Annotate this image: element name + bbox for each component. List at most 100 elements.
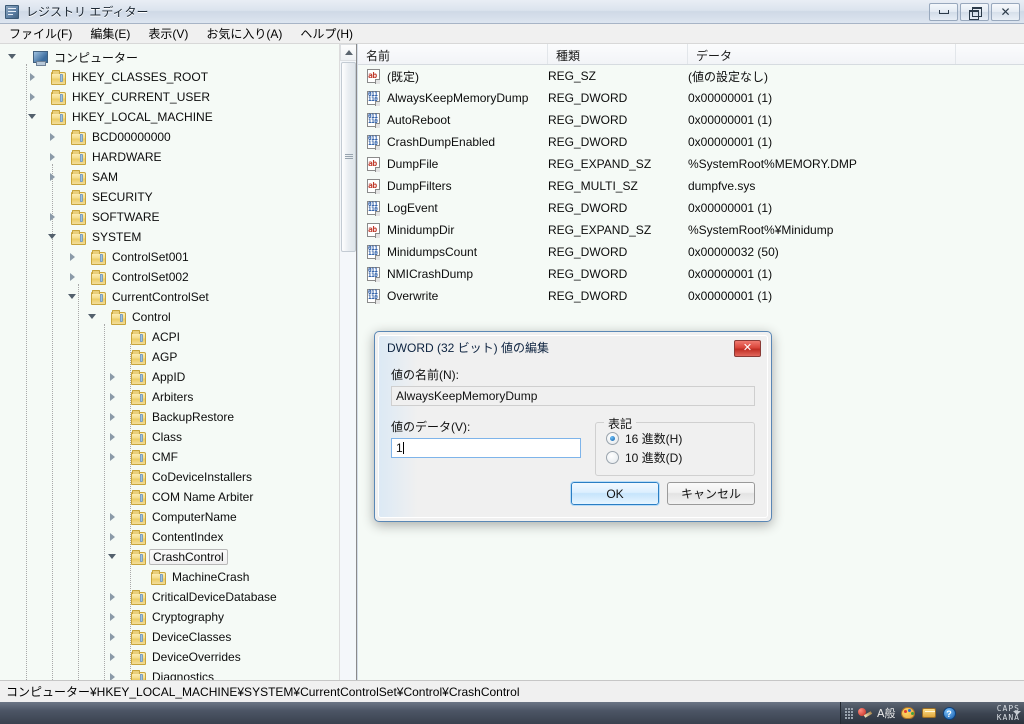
menu-view[interactable]: 表示(V) [139, 23, 197, 44]
close-button[interactable]: ✕ [991, 2, 1020, 21]
tree-item-crashcontrol[interactable]: CrashControl [0, 547, 340, 567]
menu-file[interactable]: ファイル(F) [0, 23, 81, 44]
chevron-right-icon[interactable] [106, 407, 120, 427]
table-row[interactable]: 011 110 LogEvent REG_DWORD 0x00000001 (1) [358, 197, 1024, 219]
tree-item-machinecrash[interactable]: MachineCrash [0, 567, 340, 587]
tree-item-security[interactable]: SECURITY [0, 187, 340, 207]
dword-value-icon: 011 110 [366, 112, 382, 128]
tree-item-software[interactable]: SOFTWARE [0, 207, 340, 227]
tree-item-hkey-local-machine[interactable]: HKEY_LOCAL_MACHINE [0, 107, 340, 127]
table-row[interactable]: 011 110 CrashDumpEnabled REG_DWORD 0x0000000… [358, 131, 1024, 153]
tree-item-com-name-arbiter[interactable]: COM Name Arbiter [0, 487, 340, 507]
chevron-down-icon[interactable] [46, 227, 60, 247]
table-row[interactable]: 011 110 NMICrashDump REG_DWORD 0x00000001 (1… [358, 263, 1024, 285]
tree-item-hkey-classes-root[interactable]: HKEY_CLASSES_ROOT [0, 67, 340, 87]
chevron-right-icon[interactable] [106, 367, 120, 387]
tree-vertical-scrollbar[interactable] [339, 44, 356, 701]
chevron-right-icon[interactable] [106, 647, 120, 667]
chevron-right-icon[interactable] [26, 87, 40, 107]
tree-item-controlset001[interactable]: ControlSet001 [0, 247, 340, 267]
chevron-right-icon[interactable] [66, 247, 80, 267]
chevron-right-icon[interactable] [106, 607, 120, 627]
tree-item-cryptography[interactable]: Cryptography [0, 607, 340, 627]
tree-item-currentcontrolset[interactable]: CurrentControlSet [0, 287, 340, 307]
chevron-down-icon[interactable] [66, 287, 80, 307]
ime-drag-handle[interactable] [845, 706, 853, 720]
tree-connector [140, 577, 150, 578]
tree-item-contentindex[interactable]: ContentIndex [0, 527, 340, 547]
tree-item-label: AppID [152, 370, 186, 384]
table-row[interactable]: 011 110 Overwrite REG_DWORD 0x00000001 (1) [358, 285, 1024, 307]
chevron-right-icon[interactable] [106, 427, 120, 447]
column-header-type[interactable]: 種類 [548, 44, 688, 64]
menu-favorites[interactable]: お気に入り(A) [197, 23, 291, 44]
chevron-down-icon[interactable] [6, 47, 20, 67]
ime-palette-icon[interactable] [899, 704, 917, 722]
chevron-right-icon[interactable] [106, 587, 120, 607]
table-row[interactable]: ab MinidumpDir REG_EXPAND_SZ %SystemRoot%¥M… [358, 219, 1024, 241]
table-row[interactable]: 011 110 MinidumpsCount REG_DWORD 0x00000032 … [358, 241, 1024, 263]
ime-dropdown-icon[interactable] [1013, 711, 1021, 715]
minimize-button[interactable] [929, 2, 958, 21]
chevron-down-icon[interactable] [86, 307, 100, 327]
column-header-name[interactable]: 名前 [358, 44, 548, 64]
registry-tree[interactable]: コンピューター HKEY_CLASSES_ROOT HKEY_CURRENT_USE… [0, 44, 340, 701]
chevron-right-icon[interactable] [46, 147, 60, 167]
tree-item-hkey-current-user[interactable]: HKEY_CURRENT_USER [0, 87, 340, 107]
tree-item-sam[interactable]: SAM [0, 167, 340, 187]
ime-pen-icon[interactable] [856, 704, 874, 722]
chevron-down-icon[interactable] [26, 107, 40, 127]
tree-item-deviceoverrides[interactable]: DeviceOverrides [0, 647, 340, 667]
maximize-button[interactable] [960, 2, 989, 21]
tree-item-bcd00000000[interactable]: BCD00000000 [0, 127, 340, 147]
ime-help-icon[interactable]: ? [941, 704, 959, 722]
tree-item-acpi[interactable]: ACPI [0, 327, 340, 347]
menu-edit[interactable]: 編集(E) [81, 23, 139, 44]
chevron-right-icon[interactable] [26, 67, 40, 87]
chevron-right-icon[interactable] [106, 507, 120, 527]
tree-item-agp[interactable]: AGP [0, 347, 340, 367]
scroll-up-button[interactable] [340, 44, 356, 61]
dialog-close-button[interactable]: ✕ [734, 340, 761, 357]
chevron-right-icon[interactable] [46, 167, 60, 187]
tree-item-backuprestore[interactable]: BackupRestore [0, 407, 340, 427]
tree-item-hardware[interactable]: HARDWARE [0, 147, 340, 167]
chevron-right-icon[interactable] [46, 207, 60, 227]
scroll-thumb[interactable] [341, 62, 356, 252]
chevron-right-icon[interactable] [66, 267, 80, 287]
tree-item-control[interactable]: Control [0, 307, 340, 327]
tree-item-cmf[interactable]: CMF [0, 447, 340, 467]
tree-item-controlset002[interactable]: ControlSet002 [0, 267, 340, 287]
ime-mode-label[interactable]: A般 [877, 705, 896, 721]
chevron-right-icon[interactable] [46, 127, 60, 147]
ime-toolbox-icon[interactable] [920, 704, 938, 722]
table-row[interactable]: ab DumpFilters REG_MULTI_SZ dumpfve.sys [358, 175, 1024, 197]
tree-item-arbiters[interactable]: Arbiters [0, 387, 340, 407]
tree-item-criticaldevicedatabase[interactable]: CriticalDeviceDatabase [0, 587, 340, 607]
value-name-input[interactable]: AlwaysKeepMemoryDump [391, 386, 755, 406]
chevron-down-icon[interactable] [106, 547, 120, 567]
value-data-input[interactable]: 1 [391, 438, 581, 458]
radio-dec[interactable]: 10 進数(D) [606, 448, 744, 467]
chevron-right-icon[interactable] [106, 447, 120, 467]
tree-item-codeviceinstallers[interactable]: CoDeviceInstallers [0, 467, 340, 487]
tree-item-class[interactable]: Class [0, 427, 340, 447]
column-header-data[interactable]: データ [688, 44, 956, 64]
table-row[interactable]: 011 110 AutoReboot REG_DWORD 0x00000001 (1) [358, 109, 1024, 131]
dword-value-icon: 011 110 [366, 244, 382, 260]
chevron-right-icon[interactable] [106, 387, 120, 407]
ok-button[interactable]: OK [570, 481, 660, 506]
chevron-right-icon[interactable] [106, 627, 120, 647]
chevron-right-icon[interactable] [106, 527, 120, 547]
tree-item-appid[interactable]: AppID [0, 367, 340, 387]
table-row[interactable]: ab DumpFile REG_EXPAND_SZ %SystemRoot%MEMOR… [358, 153, 1024, 175]
ime-toolbar[interactable]: A般 ? CAPS KANA [840, 702, 1024, 724]
tree-item-system[interactable]: SYSTEM [0, 227, 340, 247]
tree-item-[interactable]: コンピューター [0, 47, 340, 67]
cancel-button[interactable]: キャンセル [667, 482, 755, 505]
menu-help[interactable]: ヘルプ(H) [291, 23, 362, 44]
tree-item-computername[interactable]: ComputerName [0, 507, 340, 527]
table-row[interactable]: ab (既定) REG_SZ (値の設定なし) [358, 65, 1024, 87]
table-row[interactable]: 011 110 AlwaysKeepMemoryDump REG_DWORD 0x000… [358, 87, 1024, 109]
tree-item-deviceclasses[interactable]: DeviceClasses [0, 627, 340, 647]
